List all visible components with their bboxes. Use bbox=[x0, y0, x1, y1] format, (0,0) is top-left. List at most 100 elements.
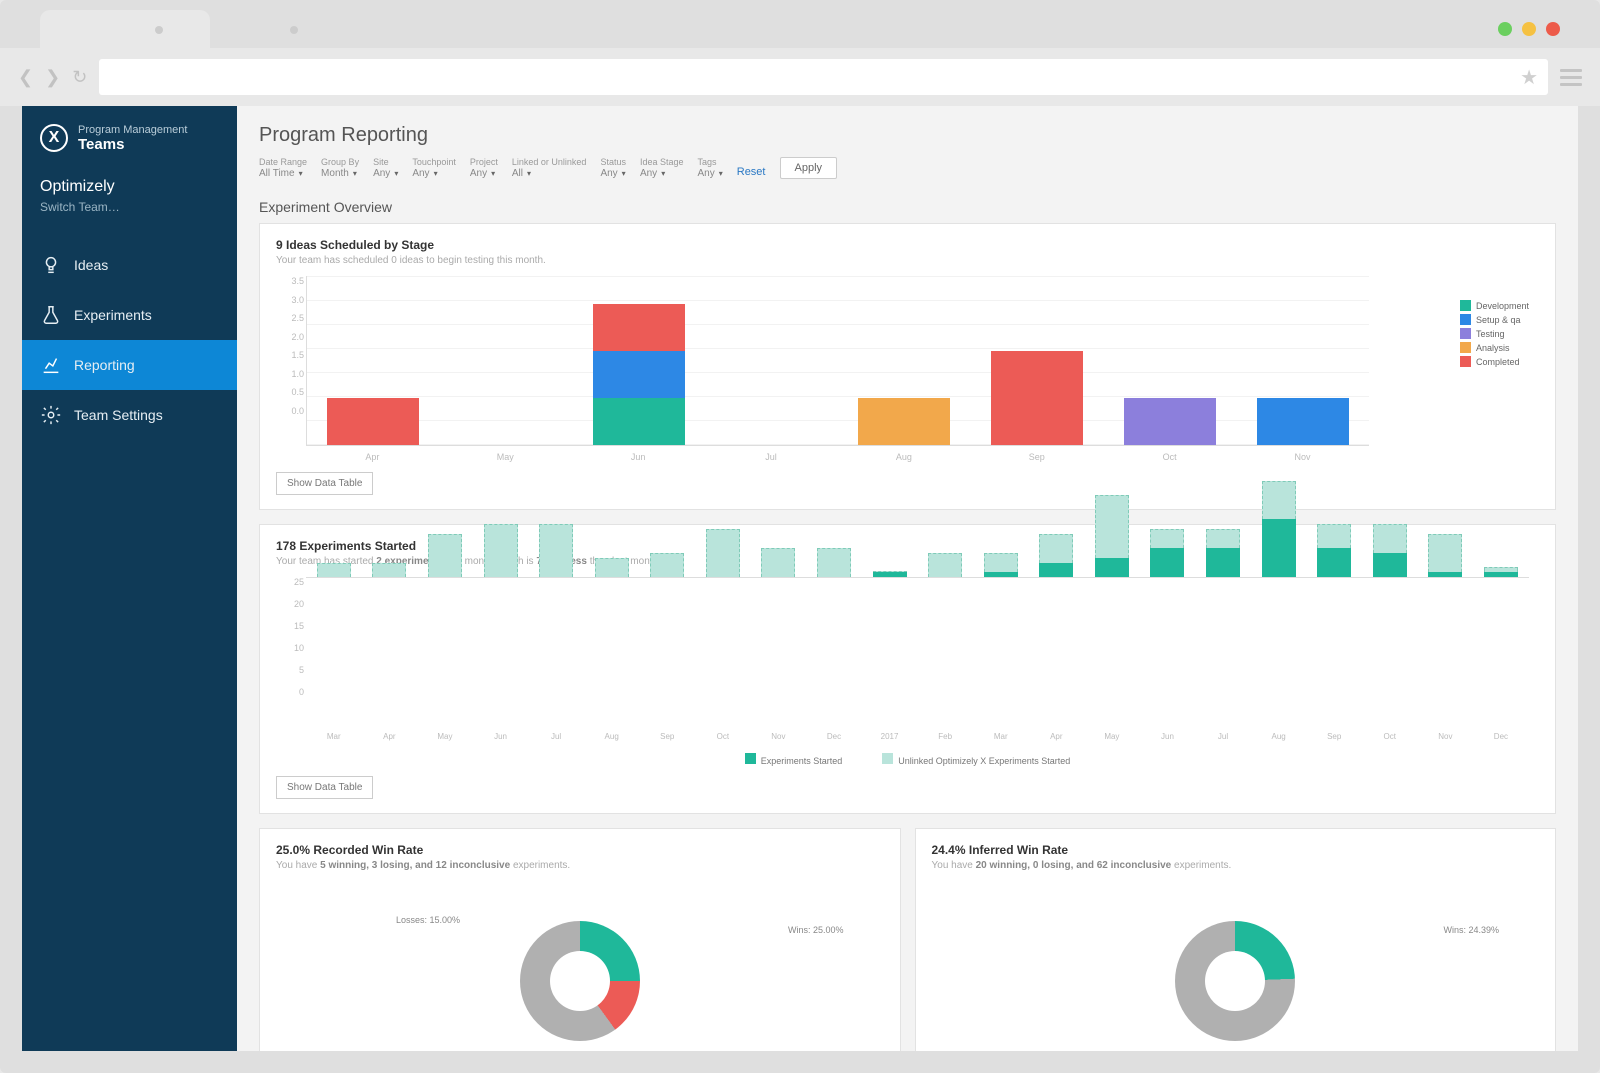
recorded-win-rate-card: 25.0% Recorded Win Rate You have 5 winni… bbox=[259, 828, 901, 1051]
new-tab-icon[interactable] bbox=[290, 26, 298, 34]
chevron-down-icon: ▾ bbox=[661, 169, 665, 178]
filter-group-by[interactable]: Group ByMonth ▾ bbox=[321, 157, 359, 179]
chevron-down-icon: ▾ bbox=[491, 169, 495, 178]
bar-5 bbox=[595, 558, 629, 577]
forward-button[interactable]: ❯ bbox=[45, 67, 60, 88]
reset-filters-link[interactable]: Reset bbox=[737, 166, 766, 179]
chevron-down-icon: ▾ bbox=[527, 169, 531, 178]
bar-3 bbox=[484, 524, 518, 577]
filter-site[interactable]: SiteAny ▾ bbox=[373, 157, 398, 179]
bar-12 bbox=[984, 553, 1018, 577]
bookmark-star-icon[interactable]: ★ bbox=[1520, 65, 1538, 90]
bar-20 bbox=[1428, 534, 1462, 577]
bar-Oct bbox=[1124, 280, 1216, 445]
filter-touchpoint[interactable]: TouchpointAny ▾ bbox=[412, 157, 456, 179]
overview-section-title: Experiment Overview bbox=[237, 193, 1578, 223]
window-traffic-lights bbox=[1498, 22, 1560, 36]
chart1-subtitle: Your team has scheduled 0 ideas to begin… bbox=[276, 255, 1539, 266]
page-title: Program Reporting bbox=[237, 106, 1578, 153]
chevron-down-icon: ▾ bbox=[394, 169, 398, 178]
bar-0 bbox=[317, 563, 351, 577]
main-content: Program Reporting Date RangeAll Time ▾ Gr… bbox=[237, 106, 1578, 1051]
chart2-legend: Experiments StartedUnlinked Optimizely X… bbox=[276, 753, 1539, 766]
filter-idea-stage[interactable]: Idea StageAny ▾ bbox=[640, 157, 684, 179]
bar-7 bbox=[706, 529, 740, 577]
sidebar-item-label: Experiments bbox=[74, 307, 152, 323]
sidebar-item-team-settings[interactable]: Team Settings bbox=[22, 390, 237, 440]
browser-menu-icon[interactable] bbox=[1560, 69, 1582, 86]
bar-Aug bbox=[858, 280, 950, 445]
show-data-table-button[interactable]: Show Data Table bbox=[276, 472, 373, 495]
browser-toolbar: ❮ ❯ ↻ ★ bbox=[0, 48, 1600, 106]
sidebar: X Program Management Teams Optimizely Sw… bbox=[22, 106, 237, 1051]
ideas-scheduled-chart: 3.53.02.52.01.51.00.50.0 DevelopmentSetu… bbox=[276, 276, 1539, 446]
show-data-table-button[interactable]: Show Data Table bbox=[276, 776, 373, 799]
filter-bar: Date RangeAll Time ▾ Group ByMonth ▾ SiteA… bbox=[237, 153, 1578, 193]
apply-filters-button[interactable]: Apply bbox=[780, 157, 838, 179]
reporting-icon bbox=[40, 354, 62, 376]
bar-2 bbox=[428, 534, 462, 577]
logo-icon: X bbox=[40, 124, 68, 152]
experiments-started-chart: 2520151050 bbox=[276, 577, 1539, 727]
chevron-down-icon: ▾ bbox=[434, 169, 438, 178]
logo-block: X Program Management Teams bbox=[22, 124, 237, 168]
app-root: X Program Management Teams Optimizely Sw… bbox=[22, 106, 1578, 1051]
browser-frame: ❮ ❯ ↻ ★ X Program Management Teams Optim… bbox=[0, 0, 1600, 1073]
filter-tags[interactable]: TagsAny ▾ bbox=[698, 157, 723, 179]
sidebar-item-reporting[interactable]: Reporting bbox=[22, 340, 237, 390]
bar-17 bbox=[1262, 481, 1296, 577]
experiments-started-card: 178 Experiments Started Your team has st… bbox=[259, 524, 1556, 814]
team-settings-icon bbox=[40, 404, 62, 426]
filter-project[interactable]: ProjectAny ▾ bbox=[470, 157, 498, 179]
bar-Sep bbox=[991, 280, 1083, 445]
ideas-scheduled-card: 9 Ideas Scheduled by Stage Your team has… bbox=[259, 223, 1556, 510]
ideas-icon bbox=[40, 254, 62, 276]
bar-Nov bbox=[1257, 280, 1349, 445]
experiments-icon bbox=[40, 304, 62, 326]
chart3-subtitle: You have 5 winning, 3 losing, and 12 inc… bbox=[276, 860, 884, 871]
bar-Jul bbox=[726, 280, 818, 445]
bar-13 bbox=[1039, 534, 1073, 577]
chevron-down-icon: ▾ bbox=[622, 169, 626, 178]
donut1-losses-label: Losses: 15.00% bbox=[396, 915, 460, 925]
chart4-subtitle: You have 20 winning, 0 losing, and 62 in… bbox=[932, 860, 1540, 871]
product-line: Program Management bbox=[78, 124, 187, 136]
bar-15 bbox=[1150, 529, 1184, 577]
filter-status[interactable]: StatusAny ▾ bbox=[600, 157, 626, 179]
url-bar[interactable]: ★ bbox=[99, 59, 1548, 95]
switch-team-link[interactable]: Switch Team… bbox=[40, 200, 219, 214]
chart1-title: 9 Ideas Scheduled by Stage bbox=[276, 238, 1539, 252]
filter-linked-or-unlinked[interactable]: Linked or UnlinkedAll ▾ bbox=[512, 157, 587, 179]
bar-16 bbox=[1206, 529, 1240, 577]
browser-tab[interactable] bbox=[40, 10, 210, 48]
bar-8 bbox=[761, 548, 795, 577]
chart1-legend: DevelopmentSetup & qaTestingAnalysisComp… bbox=[1460, 300, 1529, 370]
sidebar-item-experiments[interactable]: Experiments bbox=[22, 290, 237, 340]
bar-11 bbox=[928, 553, 962, 577]
donut2-wins-label: Wins: 24.39% bbox=[1443, 925, 1499, 935]
window-maximize-icon[interactable] bbox=[1522, 22, 1536, 36]
bar-1 bbox=[372, 563, 406, 577]
browser-tab-strip bbox=[0, 0, 1600, 48]
team-name: Optimizely bbox=[40, 178, 219, 196]
inferred-win-rate-card: 24.4% Inferred Win Rate You have 20 winn… bbox=[915, 828, 1557, 1051]
sidebar-item-label: Team Settings bbox=[74, 407, 163, 423]
reload-button[interactable]: ↻ bbox=[72, 67, 87, 88]
sidebar-item-label: Reporting bbox=[74, 357, 135, 373]
filter-date-range[interactable]: Date RangeAll Time ▾ bbox=[259, 157, 307, 179]
bar-9 bbox=[817, 548, 851, 577]
sidebar-item-ideas[interactable]: Ideas bbox=[22, 240, 237, 290]
product-name: Teams bbox=[78, 136, 124, 153]
bar-18 bbox=[1317, 524, 1351, 577]
chart3-title: 25.0% Recorded Win Rate bbox=[276, 843, 884, 857]
bar-Apr bbox=[327, 280, 419, 445]
bar-21 bbox=[1484, 567, 1518, 577]
tab-close-icon[interactable] bbox=[155, 26, 163, 34]
back-button[interactable]: ❮ bbox=[18, 67, 33, 88]
window-close-icon[interactable] bbox=[1546, 22, 1560, 36]
bar-19 bbox=[1373, 524, 1407, 577]
bar-May bbox=[460, 280, 552, 445]
sidebar-item-label: Ideas bbox=[74, 257, 108, 273]
window-minimize-icon[interactable] bbox=[1498, 22, 1512, 36]
chart4-title: 24.4% Inferred Win Rate bbox=[932, 843, 1540, 857]
